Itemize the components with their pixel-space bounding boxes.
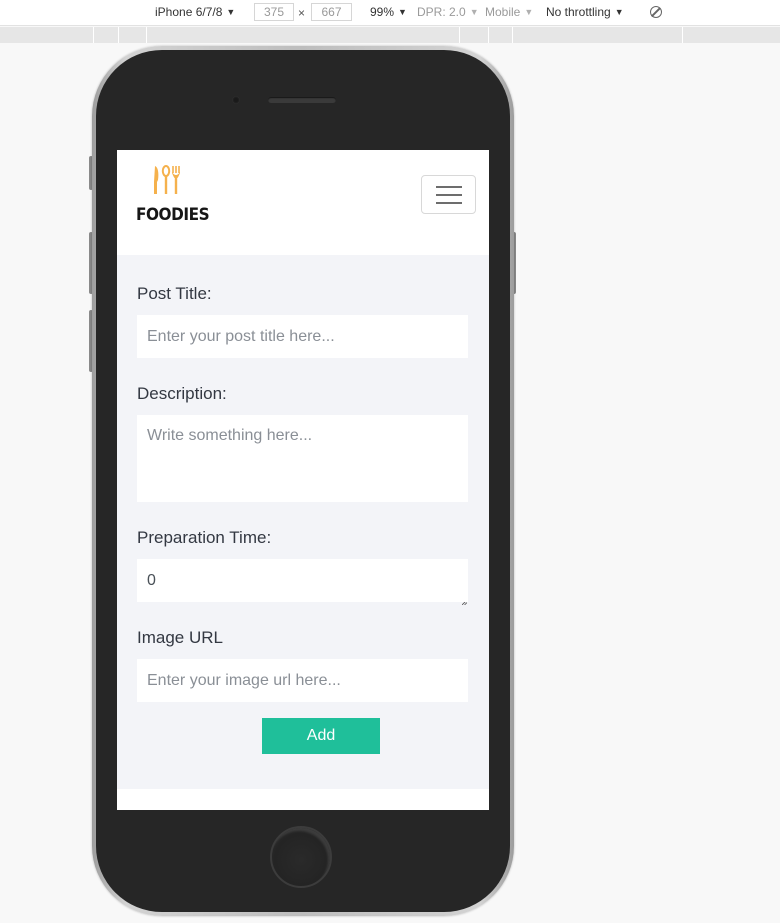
image-url-input[interactable] bbox=[137, 659, 468, 702]
device-toolbar: iPhone 6/7/8 ▼ 375 × 667 99% ▼ DPR: 2.0 ▼ M… bbox=[0, 0, 780, 26]
dpr-label: DPR: 2.0 bbox=[417, 5, 466, 19]
chevron-down-icon: ▼ bbox=[226, 7, 236, 17]
add-post-form: Post Title: Description: Preparation Tim… bbox=[117, 255, 489, 789]
dpr-select[interactable]: DPR: 2.0 ▼ bbox=[417, 5, 479, 20]
cutlery-icon bbox=[154, 165, 180, 194]
image-url-label: Image URL bbox=[137, 628, 223, 647]
front-camera bbox=[232, 96, 240, 104]
post-title-input[interactable] bbox=[137, 315, 468, 358]
brand-logo[interactable]: FOODIES bbox=[136, 164, 210, 226]
chevron-down-icon: ▼ bbox=[469, 7, 479, 17]
post-title-label: Post Title: bbox=[137, 284, 212, 303]
ruler-segment[interactable] bbox=[93, 27, 119, 43]
hamburger-menu-icon bbox=[436, 186, 462, 188]
media-query-ruler bbox=[0, 27, 780, 43]
chevron-down-icon: ▼ bbox=[614, 7, 624, 17]
chevron-down-icon: ▼ bbox=[524, 7, 534, 17]
hamburger-menu-icon bbox=[436, 194, 462, 196]
chevron-down-icon: ▼ bbox=[398, 7, 407, 17]
navbar-toggle-button[interactable] bbox=[421, 175, 476, 214]
prep-time-input[interactable] bbox=[137, 559, 468, 602]
throttling-label: No throttling bbox=[546, 5, 611, 19]
brand-name: FOODIES bbox=[136, 205, 210, 225]
rotate-icon[interactable] bbox=[650, 6, 662, 18]
device-label: iPhone 6/7/8 bbox=[155, 5, 223, 19]
throttling-select[interactable]: No throttling ▼ bbox=[546, 5, 624, 20]
device-screen: FOODIES Post Title: Description: Prepara… bbox=[117, 150, 489, 810]
zoom-select[interactable]: 99% ▼ bbox=[370, 5, 407, 20]
width-input[interactable]: 375 bbox=[254, 3, 294, 21]
ruler-segment[interactable] bbox=[682, 27, 780, 43]
earpiece-speaker bbox=[268, 97, 336, 103]
mode-select[interactable]: Mobile ▼ bbox=[485, 5, 533, 20]
home-button bbox=[270, 826, 332, 888]
device-select[interactable]: iPhone 6/7/8 ▼ bbox=[155, 5, 235, 20]
navbar: FOODIES bbox=[117, 150, 489, 255]
zoom-label: 99% bbox=[370, 5, 395, 19]
dimension-separator: × bbox=[298, 6, 306, 20]
add-button[interactable]: Add bbox=[262, 718, 380, 754]
prep-time-label: Preparation Time: bbox=[137, 528, 272, 547]
height-input[interactable]: 667 bbox=[311, 3, 352, 21]
description-label: Description: bbox=[137, 384, 227, 403]
mode-label: Mobile bbox=[485, 5, 521, 19]
ruler-segment[interactable] bbox=[146, 27, 460, 43]
hamburger-menu-icon bbox=[436, 202, 462, 204]
ruler-segment[interactable] bbox=[488, 27, 513, 43]
ruler-segment[interactable] bbox=[118, 27, 147, 43]
description-textarea[interactable] bbox=[137, 415, 468, 502]
ruler-segment[interactable] bbox=[459, 27, 489, 43]
